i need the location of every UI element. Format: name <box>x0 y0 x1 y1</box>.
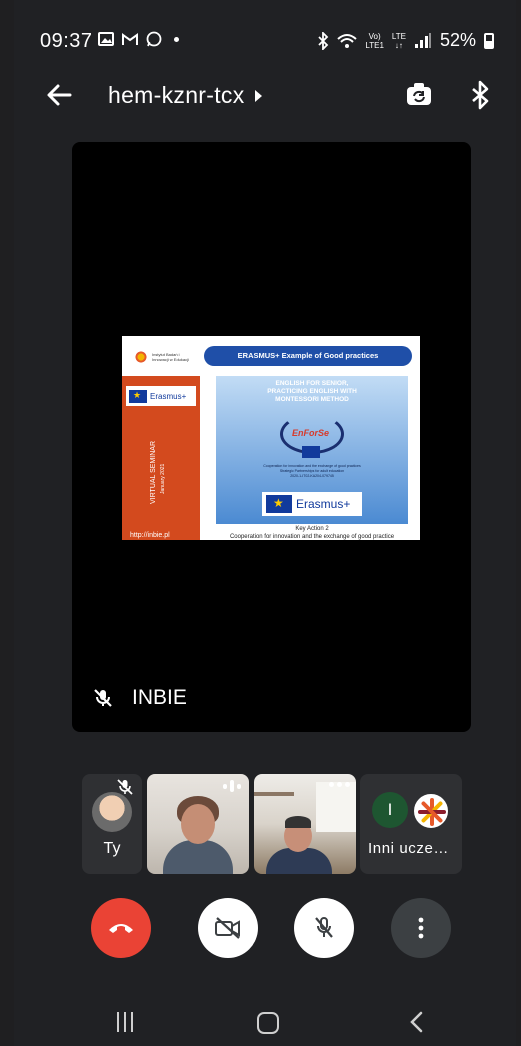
panel-title-line-1: ENGLISH FOR SENIOR, <box>275 380 349 387</box>
participant-2-window <box>316 782 356 832</box>
signal-icon <box>414 32 431 48</box>
speaking-indicator-icon <box>223 780 241 792</box>
main-video-tile[interactable]: Instytut Badań i Innowacji w Edukacji Er… <box>72 142 471 732</box>
lte-label: LTE <box>391 31 406 41</box>
others-avatar-initial: I <box>372 792 408 828</box>
bluetooth-status-icon <box>318 31 329 50</box>
camera-toggle-button[interactable] <box>198 898 258 958</box>
volte-indicator: Vo) LTE1 <box>365 32 384 50</box>
erasmus-label: Erasmus+ <box>150 391 187 401</box>
panel-erasmus-label: Erasmus+ <box>296 497 351 511</box>
status-bar: 09:37 Vo) LTE1 LTE ↓↑ 52% <box>14 24 516 56</box>
status-time: 09:37 <box>40 30 93 52</box>
lte1-label: LTE1 <box>365 40 384 50</box>
bluetooth-icon[interactable] <box>468 80 494 110</box>
slide-logo-area: Instytut Badań i Innowacji w Edukacji <box>122 336 200 376</box>
eu-flag-large-icon <box>266 495 292 513</box>
eu-flag-icon <box>129 389 147 403</box>
participant-name-tag: INBIE <box>92 686 187 710</box>
panel-title-line-3: MONTESSORI METHOD <box>275 396 349 403</box>
meeting-title[interactable]: hem-kznr-tcx <box>108 82 262 109</box>
volte-label: Vo) <box>368 31 381 41</box>
self-label: Ty <box>103 840 121 857</box>
slide-header: ERASMUS+ Example of Good practices <box>204 346 412 366</box>
slide-erasmus-badge: Erasmus+ <box>126 386 196 406</box>
mic-off-button-icon <box>315 917 333 938</box>
others-label: Inni ucze… <box>368 840 450 857</box>
key-action-label: Key Action 2 <box>295 526 329 532</box>
back-arrow-icon[interactable] <box>44 80 74 110</box>
shared-slide: Instytut Badań i Innowacji w Edukacji Er… <box>122 336 420 540</box>
dot-icon <box>174 36 179 42</box>
more-vert-icon <box>418 917 424 939</box>
wifi-icon <box>337 33 358 48</box>
battery-icon <box>484 32 494 49</box>
panel-small-text: Cooperation for innovation and the excha… <box>216 464 408 479</box>
recent-apps-icon[interactable] <box>114 1012 136 1032</box>
others-tile[interactable]: I Inni ucze… <box>360 774 462 874</box>
data-arrows: ↓↑ <box>394 40 403 50</box>
meeting-code: hem-kznr-tcx <box>108 82 245 108</box>
participant-1-body <box>163 840 233 874</box>
end-call-button[interactable] <box>91 898 151 958</box>
gmail-icon <box>122 32 138 45</box>
others-avatar-logo-icon <box>412 792 450 830</box>
meet-app: 09:37 Vo) LTE1 LTE ↓↑ 52% hem-kznr-tcx I… <box>14 0 516 1046</box>
switch-camera-icon[interactable] <box>404 80 434 110</box>
slide-project-panel: ENGLISH FOR SENIOR, PRACTICING ENGLISH W… <box>216 376 408 524</box>
panel-small-line-3: 2020-1-IT02-KA204-079745 <box>290 474 334 478</box>
participant-2-hair <box>285 816 311 828</box>
gallery-icon <box>98 32 114 46</box>
mic-toggle-button[interactable] <box>294 898 354 958</box>
participant-1-face <box>181 804 215 844</box>
project-logo-text: EnForSe <box>292 428 330 438</box>
participant-2-shelf <box>254 792 294 796</box>
panel-title-line-2: PRACTICING ENGLISH WITH <box>267 388 357 395</box>
panel-erasmus-badge: Erasmus+ <box>262 492 362 516</box>
more-options-button[interactable] <box>391 898 451 958</box>
top-bar: hem-kznr-tcx <box>14 72 516 120</box>
camera-off-icon <box>215 917 240 939</box>
audio-level-icon <box>329 782 350 787</box>
panel-eu-flag-icon <box>302 446 320 458</box>
home-icon[interactable] <box>257 1012 279 1034</box>
whatsapp-icon <box>146 31 162 47</box>
participant-video-2[interactable] <box>254 774 356 874</box>
seminar-date: January 2021 <box>160 463 166 494</box>
self-avatar <box>92 792 132 832</box>
notification-icons <box>98 31 179 47</box>
institute-logo: Instytut Badań i Innowacji w Edukacji <box>134 350 192 364</box>
participant-video-1[interactable] <box>147 774 249 874</box>
participant-name: INBIE <box>132 686 187 709</box>
institute-name: Instytut Badań i Innowacji w Edukacji <box>152 352 189 362</box>
panel-title: ENGLISH FOR SENIOR, PRACTICING ENGLISH W… <box>216 380 408 404</box>
back-icon[interactable] <box>406 1010 428 1034</box>
seminar-title: VIRTUAL SEMINAR <box>150 440 157 504</box>
slide-link: http://inbie.pl <box>130 532 170 539</box>
self-tile[interactable]: Ty <box>82 774 142 874</box>
institute-sun-icon <box>134 350 148 364</box>
end-call-icon <box>109 924 133 933</box>
status-right: Vo) LTE1 LTE ↓↑ 52% <box>317 30 494 51</box>
system-nav-bar <box>14 1000 516 1046</box>
cooperation-label: Cooperation for innovation and the excha… <box>229 534 395 540</box>
battery-percent: 52% <box>439 30 476 50</box>
mic-off-icon <box>94 689 112 707</box>
caret-icon <box>254 89 262 102</box>
lte-indicator: LTE ↓↑ <box>392 32 406 50</box>
